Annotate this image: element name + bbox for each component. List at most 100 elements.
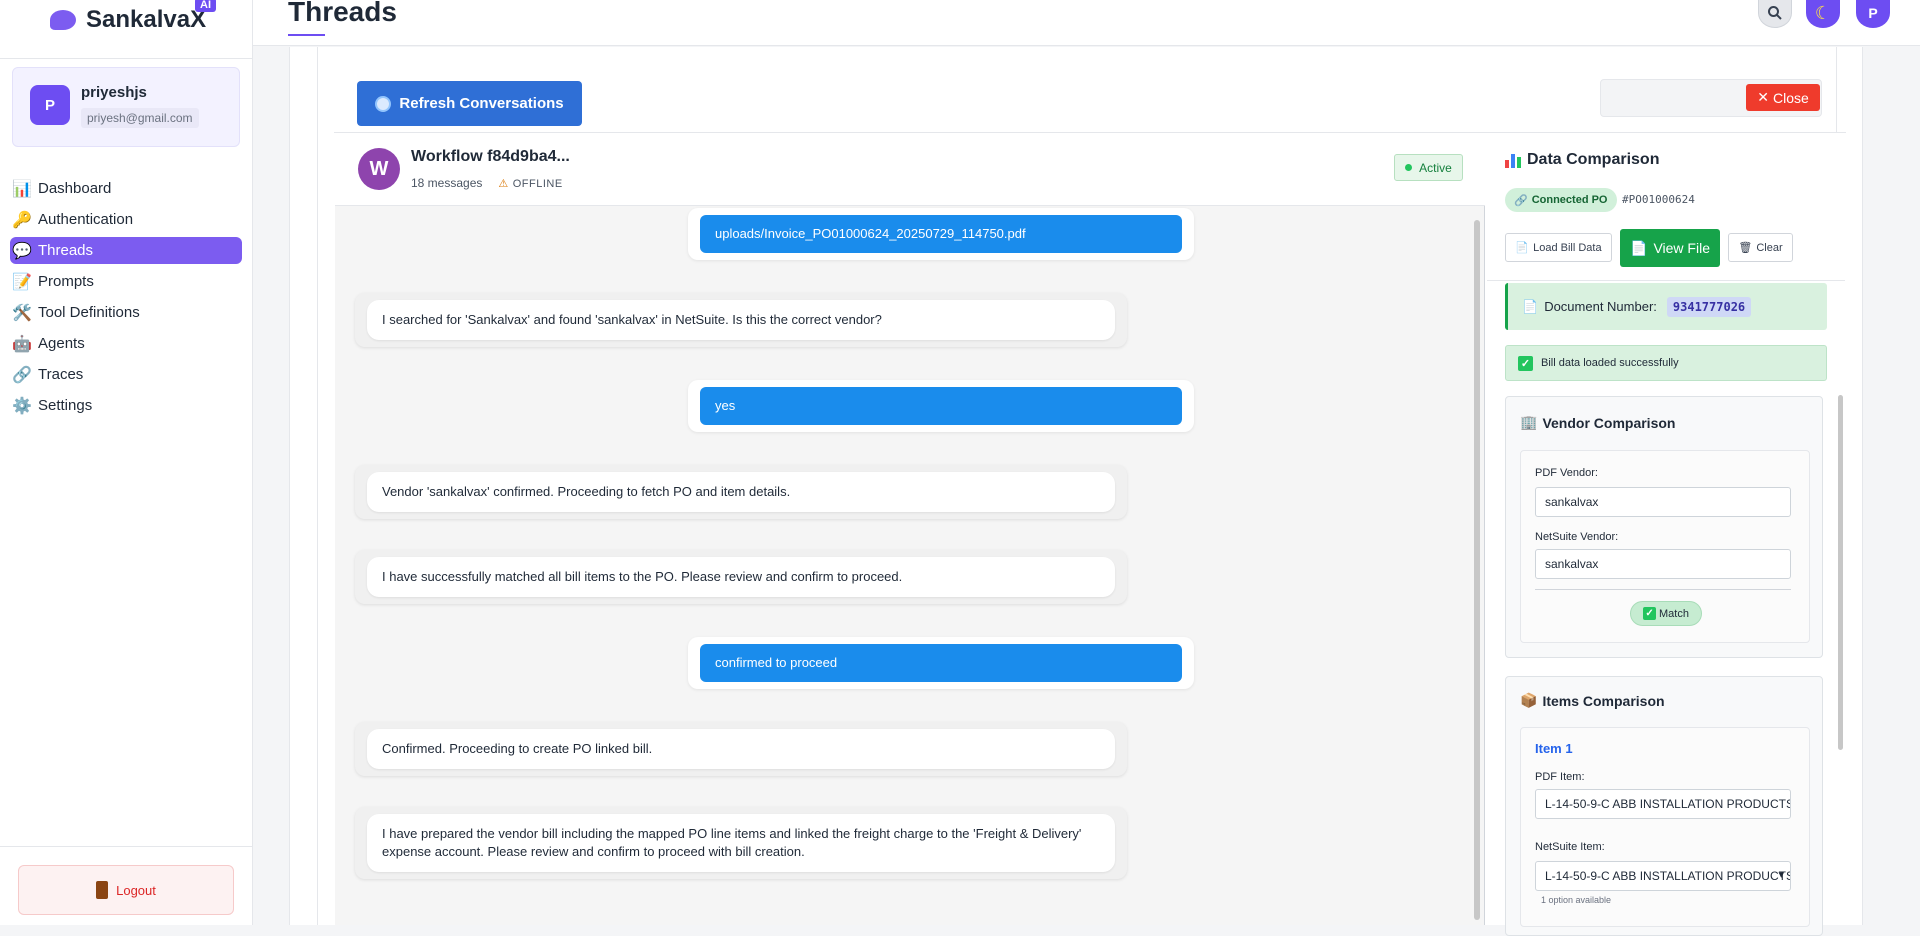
message-text: I have prepared the vendor bill includin… [367,814,1115,872]
view-label: View File [1653,240,1710,256]
sidebar-item-dashboard[interactable]: 📊 Dashboard [10,175,242,202]
trash-icon: 🗑 [1738,242,1753,254]
load-label: Load Bill Data [1533,241,1602,254]
chat-header: W Workflow f84d9ba4... 18 messages ⚠ OFFL… [335,133,1485,206]
sidebar-nav: 📊 Dashboard 🔑 Authentication 💬 Threads 📝… [10,175,242,423]
file-icon: 📄 [1630,239,1648,256]
vendor-comparison-title-text: Vendor Comparison [1542,414,1676,431]
netsuite-vendor-field[interactable]: sankalvax [1535,549,1791,579]
sidebar-item-label: Tool Definitions [38,304,140,321]
close-icon: ✕ [1757,89,1769,105]
document-number-value: 9341777026 [1666,296,1752,317]
items-comparison-title-text: Items Comparison [1542,692,1665,709]
message-text: I searched for 'Sankalvax' and found 'sa… [367,300,1115,340]
brand-name: SankalvaX [86,6,207,33]
brain-logo-icon [50,10,76,30]
connection-status: ⚠ OFFLINE [498,177,562,190]
sidebar-item-label: Prompts [38,273,94,290]
document-icon: 📄 [1515,242,1530,254]
sidebar-item-threads[interactable]: 💬 Threads [10,237,242,264]
workflow-avatar: W [358,148,400,190]
vendor-comparison-title: 🏢 Vendor Comparison [1520,414,1675,431]
brand[interactable]: SankalvaX AI [50,0,216,38]
item-fields: Item 1 PDF Item: L-14-50-9-C ABB INSTALL… [1520,727,1810,927]
connected-po-label: Connected PO [1531,194,1608,206]
avatar: P [30,85,70,125]
link-icon: 🔗 [12,366,32,384]
sidebar-item-settings[interactable]: ⚙️ Settings [10,392,242,419]
netsuite-item-label: NetSuite Item: [1535,841,1605,853]
theme-toggle-button[interactable]: ☾ [1806,0,1840,28]
po-number: #PO01000624 [1622,193,1695,206]
item-heading: Item 1 [1535,741,1573,756]
document-number-banner: 📄 Document Number: 9341777026 [1505,283,1827,330]
sidebar-item-label: Traces [38,366,84,383]
connected-po-badge: 🔗 Connected PO [1505,188,1617,212]
comparison-title-text: Data Comparison [1527,151,1660,168]
moon-icon: ☾ [1814,2,1832,23]
refresh-conversations-button[interactable]: Refresh Conversations [357,81,582,126]
vendor-fields: PDF Vendor: sankalvax NetSuite Vendor: s… [1520,450,1810,643]
items-comparison-title: 📦 Items Comparison [1520,692,1665,709]
pdf-vendor-label: PDF Vendor: [1535,467,1598,479]
pdf-item-field[interactable]: L-14-50-9-C ABB INSTALLATION PRODUCTS [1535,789,1791,819]
link-icon: 🔗 [1514,194,1528,207]
sidebar-item-traces[interactable]: 🔗 Traces [10,361,242,388]
comparison-title: Data Comparison [1505,151,1659,169]
pdf-item-label: PDF Item: [1535,771,1585,783]
sidebar: SankalvaX AI P priyeshjs priyesh@gmail.c… [0,0,253,925]
divider [0,846,253,847]
close-button[interactable]: ✕ Close [1746,84,1820,111]
status-label: Active [1419,160,1452,175]
workflow-meta: 18 messages ⚠ OFFLINE [411,176,563,190]
logout-button[interactable]: Logout [18,865,234,915]
divider [1487,280,1845,281]
door-icon [96,881,109,899]
sidebar-item-tool-definitions[interactable]: 🛠️ Tool Definitions [10,299,242,326]
refresh-icon [375,95,392,112]
vendor-comparison-card: 🏢 Vendor Comparison PDF Vendor: sankalva… [1505,396,1823,658]
load-bill-data-button[interactable]: 📄 Load Bill Data [1505,233,1612,262]
sidebar-item-prompts[interactable]: 📝 Prompts [10,268,242,295]
search-button[interactable] [1758,0,1792,28]
divider [1535,589,1791,590]
success-alert: ✓ Bill data loaded successfully [1505,345,1827,381]
sidebar-item-agents[interactable]: 🤖 Agents [10,330,242,357]
logout-label: Logout [116,882,156,898]
netsuite-item-select[interactable]: L-14-50-9-C ABB INSTALLATION PRODUCTS ▾ [1535,861,1791,891]
close-label: Close [1772,89,1809,106]
chat-bubble-icon: 💬 [12,242,32,260]
comparison-scrollbar[interactable] [1838,395,1843,750]
warning-icon: ⚠ [498,177,509,190]
sidebar-item-label: Agents [38,335,85,352]
user-avatar-button[interactable]: P [1856,0,1890,28]
title-underline [288,34,325,36]
memo-icon: 📝 [12,273,32,291]
chat-message-user: confirmed to proceed [688,637,1194,689]
view-file-button[interactable]: 📄 View File [1620,229,1720,267]
chat-message-bot: Vendor 'sankalvax' confirmed. Proceeding… [355,465,1127,519]
chat-message-bot: I have prepared the vendor bill includin… [355,807,1127,879]
user-card: P priyeshjs priyesh@gmail.com [12,67,240,147]
check-icon: ✓ [1518,355,1533,371]
data-comparison-panel: Data Comparison 🔗 Connected PO #PO010006… [1487,133,1845,936]
bar-chart-icon [1505,152,1521,168]
pdf-vendor-field[interactable]: sankalvax [1535,487,1791,517]
chat-message-user: yes [688,380,1194,432]
refresh-label: Refresh Conversations [399,95,564,112]
options-hint: 1 option available [1541,895,1612,905]
sidebar-item-label: Dashboard [38,180,112,197]
sidebar-item-label: Settings [38,397,93,414]
top-header: Threads ☾ P [253,0,1920,46]
clear-button[interactable]: 🗑 Clear [1728,233,1793,262]
items-comparison-card: 📦 Items Comparison Item 1 PDF Item: L-14… [1505,676,1823,936]
search-icon [1768,6,1782,20]
netsuite-vendor-label: NetSuite Vendor: [1535,531,1619,543]
package-icon: 📦 [1520,692,1538,708]
chat-message-bot: I have successfully matched all bill ite… [355,550,1127,604]
chat-scrollbar[interactable] [1474,220,1480,920]
user-email: priyesh@gmail.com [81,108,199,128]
sidebar-item-authentication[interactable]: 🔑 Authentication [10,206,242,233]
chat-message-user: uploads/Invoice_PO01000624_20250729_1147… [688,208,1194,260]
chevron-down-icon: ▾ [1778,869,1784,881]
